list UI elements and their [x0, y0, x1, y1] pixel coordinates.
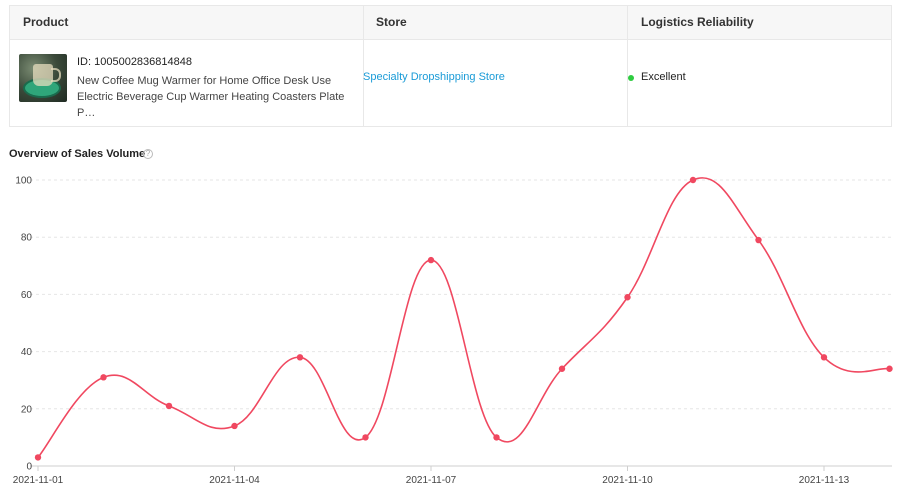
product-title[interactable]: New Coffee Mug Warmer for Home Office De…: [77, 73, 349, 121]
help-icon[interactable]: ?: [143, 149, 153, 159]
data-point: [34, 454, 42, 461]
table-header: Product Store Logistics Reliability: [10, 6, 891, 40]
sales-volume-chart: 0 20 40 60 80 100 2021-11-01 2021-11-04 2021-11-…: [13, 176, 893, 486]
series-line: [37, 177, 890, 458]
data-point: [231, 422, 238, 430]
x-tick-label: 2021-11-04: [209, 475, 260, 486]
header-store: Store: [376, 15, 407, 29]
y-tick-label: 100: [15, 176, 32, 187]
product-id: ID: 1005002836814848: [77, 56, 192, 68]
product-thumbnail[interactable]: [19, 54, 67, 102]
data-point: [296, 354, 304, 361]
data-point: [755, 236, 762, 244]
section-title: Overview of Sales Volume: [9, 148, 146, 160]
mug-handle-shape: [51, 68, 61, 82]
data-point: [165, 402, 173, 410]
column-divider: [363, 6, 364, 126]
y-tick-label: 40: [21, 347, 33, 358]
x-tick-label: 2021-11-01: [13, 475, 64, 486]
y-tick-label: 80: [21, 233, 33, 244]
data-point: [100, 374, 107, 381]
x-tick-label: 2021-11-13: [799, 475, 850, 486]
data-point: [427, 256, 435, 264]
data-point: [820, 354, 828, 361]
header-product: Product: [23, 15, 69, 29]
y-tick-label: 0: [26, 462, 32, 473]
data-point: [362, 434, 369, 441]
store-link[interactable]: Specialty Dropshipping Store: [363, 71, 505, 83]
logistics-status: Excellent: [641, 71, 686, 83]
data-point: [689, 176, 697, 184]
data-point: [558, 365, 566, 372]
data-point: [624, 294, 631, 301]
column-divider: [627, 6, 628, 126]
data-point: [493, 434, 500, 441]
x-tick-label: 2021-11-07: [406, 475, 457, 486]
status-dot-icon: [628, 75, 634, 81]
y-tick-label: 60: [21, 290, 33, 301]
mug-shape: [33, 64, 53, 86]
x-tick-label: 2021-11-10: [602, 475, 653, 486]
header-logistics: Logistics Reliability: [641, 15, 754, 29]
y-tick-label: 20: [21, 404, 33, 415]
data-point: [886, 365, 893, 372]
